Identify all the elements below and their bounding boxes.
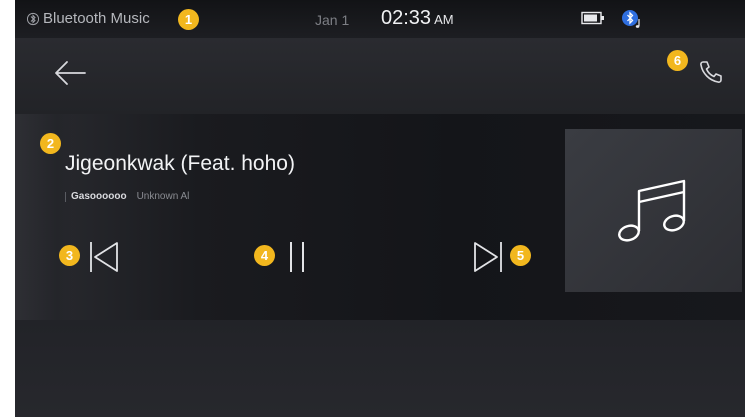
album-art [565, 129, 742, 292]
annotation-badge-3: 3 [59, 245, 80, 266]
status-date: Jan 1 [315, 12, 350, 28]
back-button[interactable] [49, 53, 91, 93]
track-album: Unknown Al [136, 191, 190, 202]
music-note-icon [617, 179, 685, 242]
phone-icon [700, 61, 722, 83]
lower-panel [15, 320, 745, 417]
previous-track-icon [90, 242, 118, 272]
back-arrow-icon [55, 61, 86, 85]
pause-icon [290, 242, 304, 272]
track-title: Jigeonkwak (Feat. hoho) [65, 152, 295, 175]
track-meta: Gasoooooo Unknown Al [65, 191, 189, 202]
status-source: Bluetooth Music [27, 10, 150, 27]
next-track-button[interactable] [471, 236, 505, 278]
annotation-badge-2: 2 [40, 133, 61, 154]
bluetooth-icon [27, 11, 39, 27]
status-clock: 02:33 AM [381, 7, 454, 30]
source-label: Bluetooth Music [43, 10, 150, 27]
clock-time: 02:33 [381, 7, 432, 29]
annotation-badge-6: 6 [667, 50, 688, 71]
previous-track-button[interactable] [87, 236, 121, 278]
next-track-icon [474, 242, 502, 272]
meta-divider [65, 191, 66, 202]
annotation-badge-1: 1 [178, 9, 199, 30]
clock-ampm: AM [434, 12, 454, 27]
pause-button[interactable] [285, 236, 309, 278]
bluetooth-music-screen: Bluetooth Music Jan 1 02:33 AM Jigeonkwa… [15, 0, 745, 417]
track-artist: Gasoooooo [71, 191, 127, 202]
nav-bar [15, 38, 745, 114]
battery-icon [581, 11, 605, 30]
status-bar: Bluetooth Music Jan 1 02:33 AM [15, 0, 745, 38]
phone-button[interactable] [691, 52, 731, 92]
annotation-badge-5: 5 [510, 245, 531, 266]
bluetooth-audio-icon [620, 7, 646, 36]
now-playing-panel: Jigeonkwak (Feat. hoho) Gasoooooo Unknow… [15, 114, 745, 320]
annotation-badge-4: 4 [254, 245, 275, 266]
